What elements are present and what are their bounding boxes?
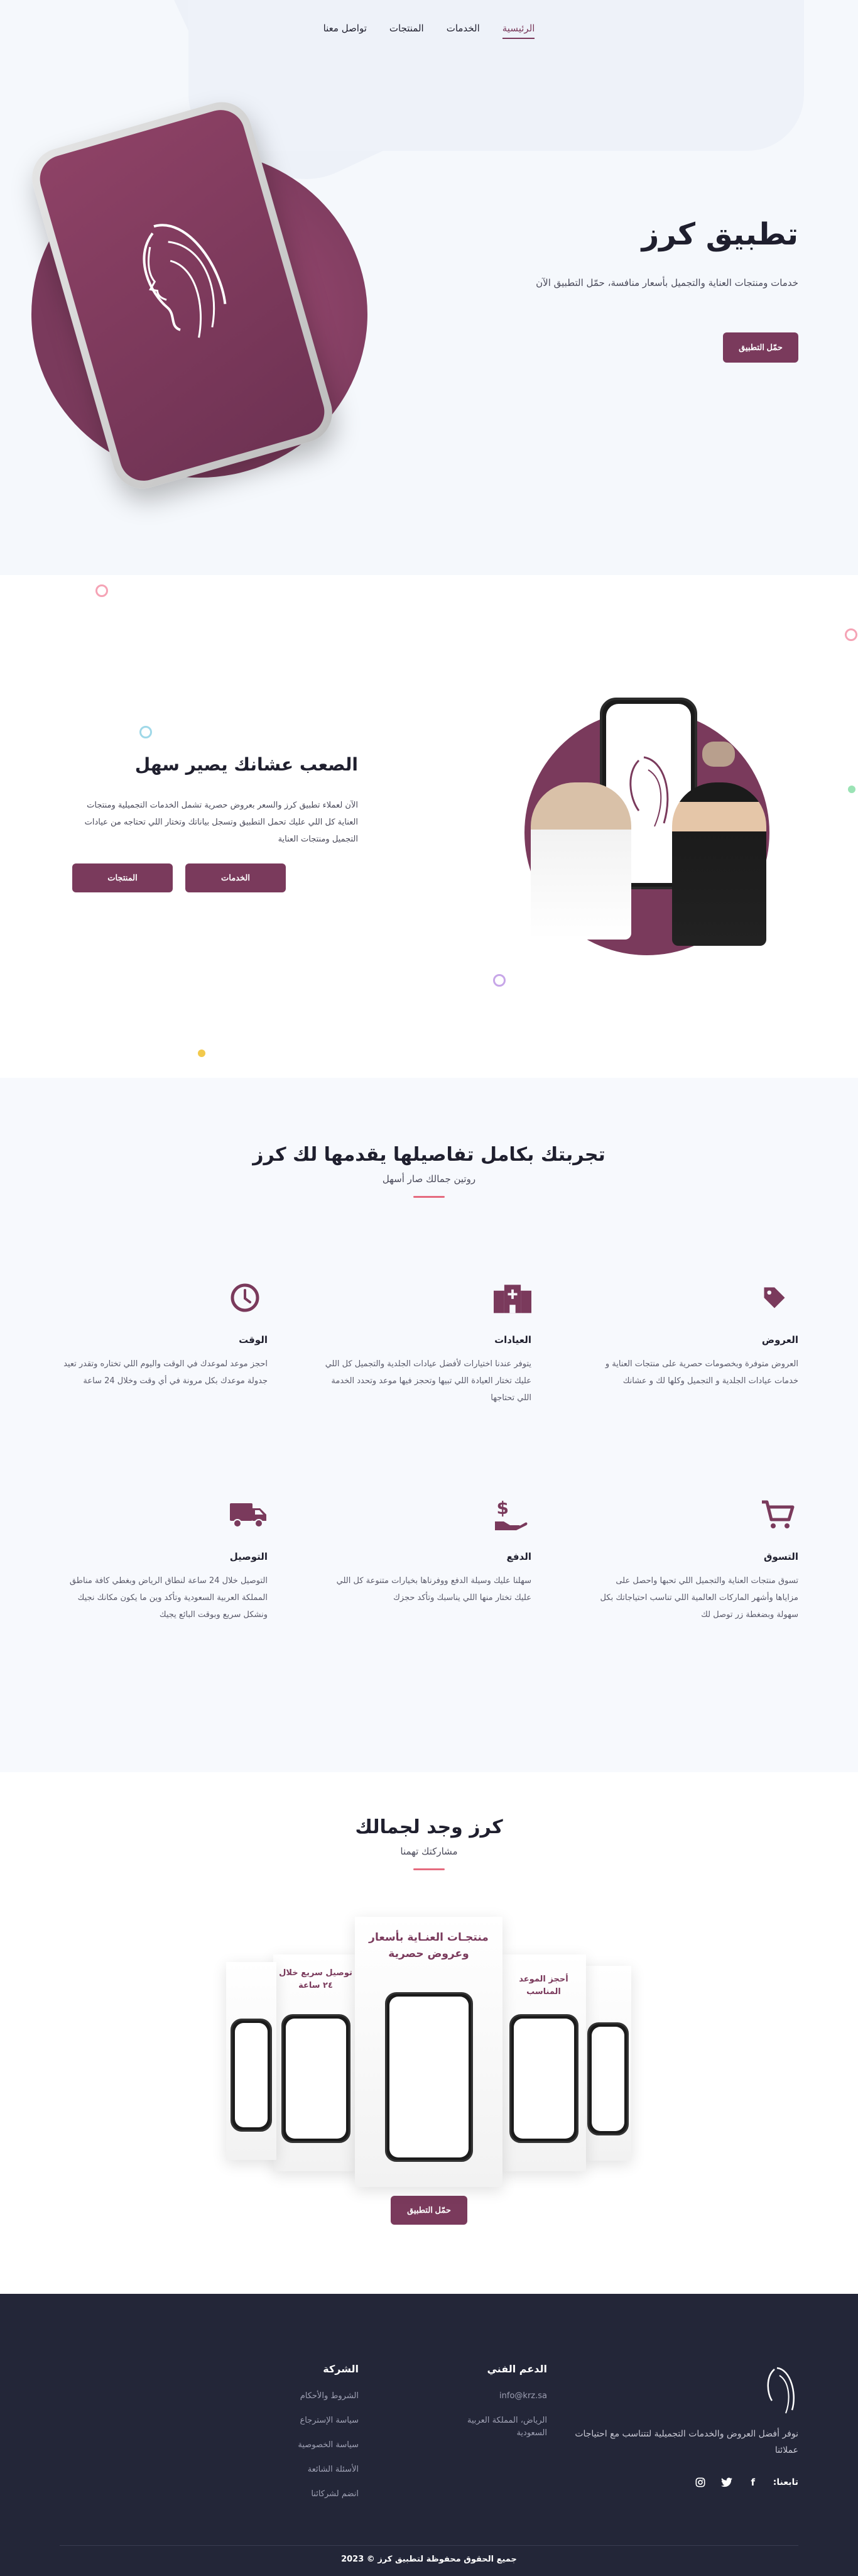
- intro-title: الصعب عشانك يصير سهل: [134, 754, 358, 775]
- showcase-card: توصيل سريع خلال ٢٤ ساعة: [273, 1954, 358, 2171]
- title-underline: [413, 1868, 445, 1870]
- hand-dollar-icon: $: [494, 1496, 531, 1533]
- footer-company: الشركة الشروط والأحكام سياسة الإسترجاع س…: [264, 2363, 359, 2513]
- hero-text: تطبيق كرز خدمات ومنتجات العناية والتجميل…: [472, 217, 798, 363]
- feature-text: التوصيل خلال 24 ساعة لنطاق الرياض وبغطي …: [69, 1576, 268, 1620]
- truck-icon: [230, 1496, 268, 1533]
- showcase-card-main: منتجـات العنـاية بأسعار وعروض حصرية: [355, 1917, 502, 2187]
- clock-icon: [230, 1279, 268, 1317]
- feature-text: تسوق منتجات العناية والتجميل اللي تحبها …: [600, 1576, 798, 1620]
- feature-title: التوصيل: [229, 1551, 268, 1562]
- showcase-card: أحجز الموعد المناسب: [501, 1954, 586, 2171]
- tag-icon: [761, 1279, 798, 1317]
- download-app-button[interactable]: حمّل التطبيق: [391, 2196, 467, 2225]
- feature-text: سهلنا عليك وسيلة الدفع ووفرناها بخيارات …: [336, 1576, 531, 1603]
- krz-logo-icon: [767, 2367, 795, 2414]
- company-link-privacy[interactable]: سياسة الخصوصية: [264, 2439, 359, 2452]
- main-nav: الرئيسية الخدمات المنتجات تواصل معنا: [0, 0, 858, 57]
- feature-text: العروض متوفرة وبخصومات حصرية على منتجات …: [605, 1359, 798, 1386]
- feature-title: العروض: [761, 1334, 798, 1346]
- man-image: [531, 782, 631, 940]
- showcase-section: كرز وجد لجمالك مشاركتك تهمنا توصيل سريع …: [0, 1772, 858, 2294]
- services-button[interactable]: الخدمات: [185, 863, 286, 892]
- feature-title: الوقت: [239, 1334, 268, 1346]
- feature-item: $ الدفع سهلنا عليك وسيلة الدفع ووفرناها …: [324, 1496, 531, 1606]
- hospital-icon: [494, 1279, 531, 1317]
- hero-title: تطبيق كرز: [641, 217, 798, 252]
- footer-about: نوفر أفضل العروض والخدمات التجميلية لتتن…: [572, 2363, 798, 2489]
- confetti-shape: [845, 628, 857, 641]
- footer-about-text: نوفر أفضل العروض والخدمات التجميلية لتتن…: [575, 2429, 798, 2455]
- company-title: الشركة: [323, 2363, 359, 2375]
- nav-item-services[interactable]: الخدمات: [447, 16, 480, 40]
- feature-item: العيادات يتوفر عندنا اختيارات لأفضل عياد…: [324, 1279, 531, 1406]
- company-link-partners[interactable]: انضم لشركائنا: [264, 2488, 359, 2501]
- showcase-subtitle: مشاركتك تهمنا: [400, 1846, 458, 1857]
- twitter-icon[interactable]: [720, 2476, 733, 2489]
- nav-item-products[interactable]: المنتجات: [389, 16, 424, 40]
- support-title: الدعم الفني: [487, 2363, 547, 2375]
- features-title: تجربتك بكامل تفاصيلها يقدمها لك كرز: [253, 1144, 605, 1166]
- intro-text: الصعب عشانك يصير سهل الآن لعملاء تطبيق ك…: [72, 754, 358, 892]
- copyright-text: جميع الحقوق محفوظة لتطبيق كرز © 2023: [341, 2555, 517, 2564]
- support-address: الرياض، المملكة العربية السعودية: [467, 2416, 547, 2438]
- showcase-card-title: توصيل سريع خلال ٢٤ ساعة: [279, 1968, 352, 1990]
- feature-item: التسوق تسوق منتجات العناية والتجميل اللي…: [591, 1496, 798, 1623]
- footer-support: الدعم الفني info@krz.sa الرياض، المملكة …: [453, 2363, 547, 2452]
- features-subtitle: روتين جمالك صار أسهل: [382, 1173, 476, 1185]
- company-link-faq[interactable]: الأسئلة الشائعة: [264, 2464, 359, 2476]
- krz-logo-icon: [143, 224, 227, 338]
- feature-item: التوصيل التوصيل خلال 24 ساعة لنطاق الريا…: [60, 1496, 268, 1623]
- feature-text: يتوفر عندنا اختيارات لأفضل عيادات الجلدي…: [325, 1359, 531, 1403]
- products-button[interactable]: المنتجات: [72, 863, 173, 892]
- svg-text:$: $: [497, 1499, 509, 1518]
- confetti-shape: [493, 974, 506, 987]
- showcase-card: [584, 1966, 631, 2161]
- lamp-image: [702, 742, 735, 767]
- feature-item: الوقت احجز موعد لموعدك في الوقت واليوم ا…: [60, 1279, 268, 1389]
- confetti-shape: [95, 584, 108, 597]
- showcase-title: كرز وجد لجمالك: [355, 1816, 503, 1838]
- hero-section: الرئيسية الخدمات المنتجات تواصل معنا تطب…: [0, 0, 858, 575]
- download-app-button[interactable]: حمّل التطبيق: [723, 332, 798, 363]
- features-section: تجربتك بكامل تفاصيلها يقدمها لك كرز روتي…: [0, 1078, 858, 1772]
- feature-title: التسوق: [764, 1551, 798, 1562]
- company-link-terms[interactable]: الشروط والأحكام: [264, 2390, 359, 2403]
- instagram-icon[interactable]: [694, 2476, 707, 2489]
- footer-divider: [60, 2545, 798, 2546]
- woman-image: [672, 782, 766, 946]
- feature-item: العروض العروض متوفرة وبخصومات حصرية على …: [591, 1279, 798, 1389]
- feature-text: احجز موعد لموعدك في الوقت واليوم اللي تخ…: [63, 1359, 268, 1386]
- facebook-icon[interactable]: f: [747, 2476, 759, 2489]
- showcase-card-title: منتجـات العنـاية بأسعار وعروض حصرية: [369, 1931, 489, 1960]
- social-links: تابعنا: f: [572, 2476, 798, 2489]
- feature-title: العيادات: [494, 1334, 531, 1346]
- support-email-link[interactable]: info@krz.sa: [453, 2390, 547, 2403]
- nav-item-home[interactable]: الرئيسية: [502, 16, 535, 40]
- follow-label: تابعنا:: [773, 2477, 798, 2487]
- company-link-refund[interactable]: سياسة الإسترجاع: [264, 2414, 359, 2427]
- confetti-shape: [198, 1050, 205, 1057]
- feature-title: الدفع: [506, 1551, 531, 1562]
- site-footer: نوفر أفضل العروض والخدمات التجميلية لتتن…: [0, 2294, 858, 2576]
- intro-paragraph: الآن لعملاء تطبيق كرز والسعر بعروض حصرية…: [84, 801, 358, 844]
- showcase-card: [226, 1962, 276, 2160]
- showcase-card-title: أحجز الموعد المناسب: [519, 1975, 568, 1997]
- cart-icon: [761, 1496, 798, 1533]
- confetti-shape: [139, 726, 152, 738]
- intro-section: الصعب عشانك يصير سهل الآن لعملاء تطبيق ك…: [0, 575, 858, 1078]
- title-underline: [413, 1196, 445, 1198]
- confetti-shape: [848, 786, 855, 793]
- nav-item-contact[interactable]: تواصل معنا: [323, 16, 367, 40]
- hero-subtitle: خدمات ومنتجات العناية والتجميل بأسعار من…: [536, 277, 798, 288]
